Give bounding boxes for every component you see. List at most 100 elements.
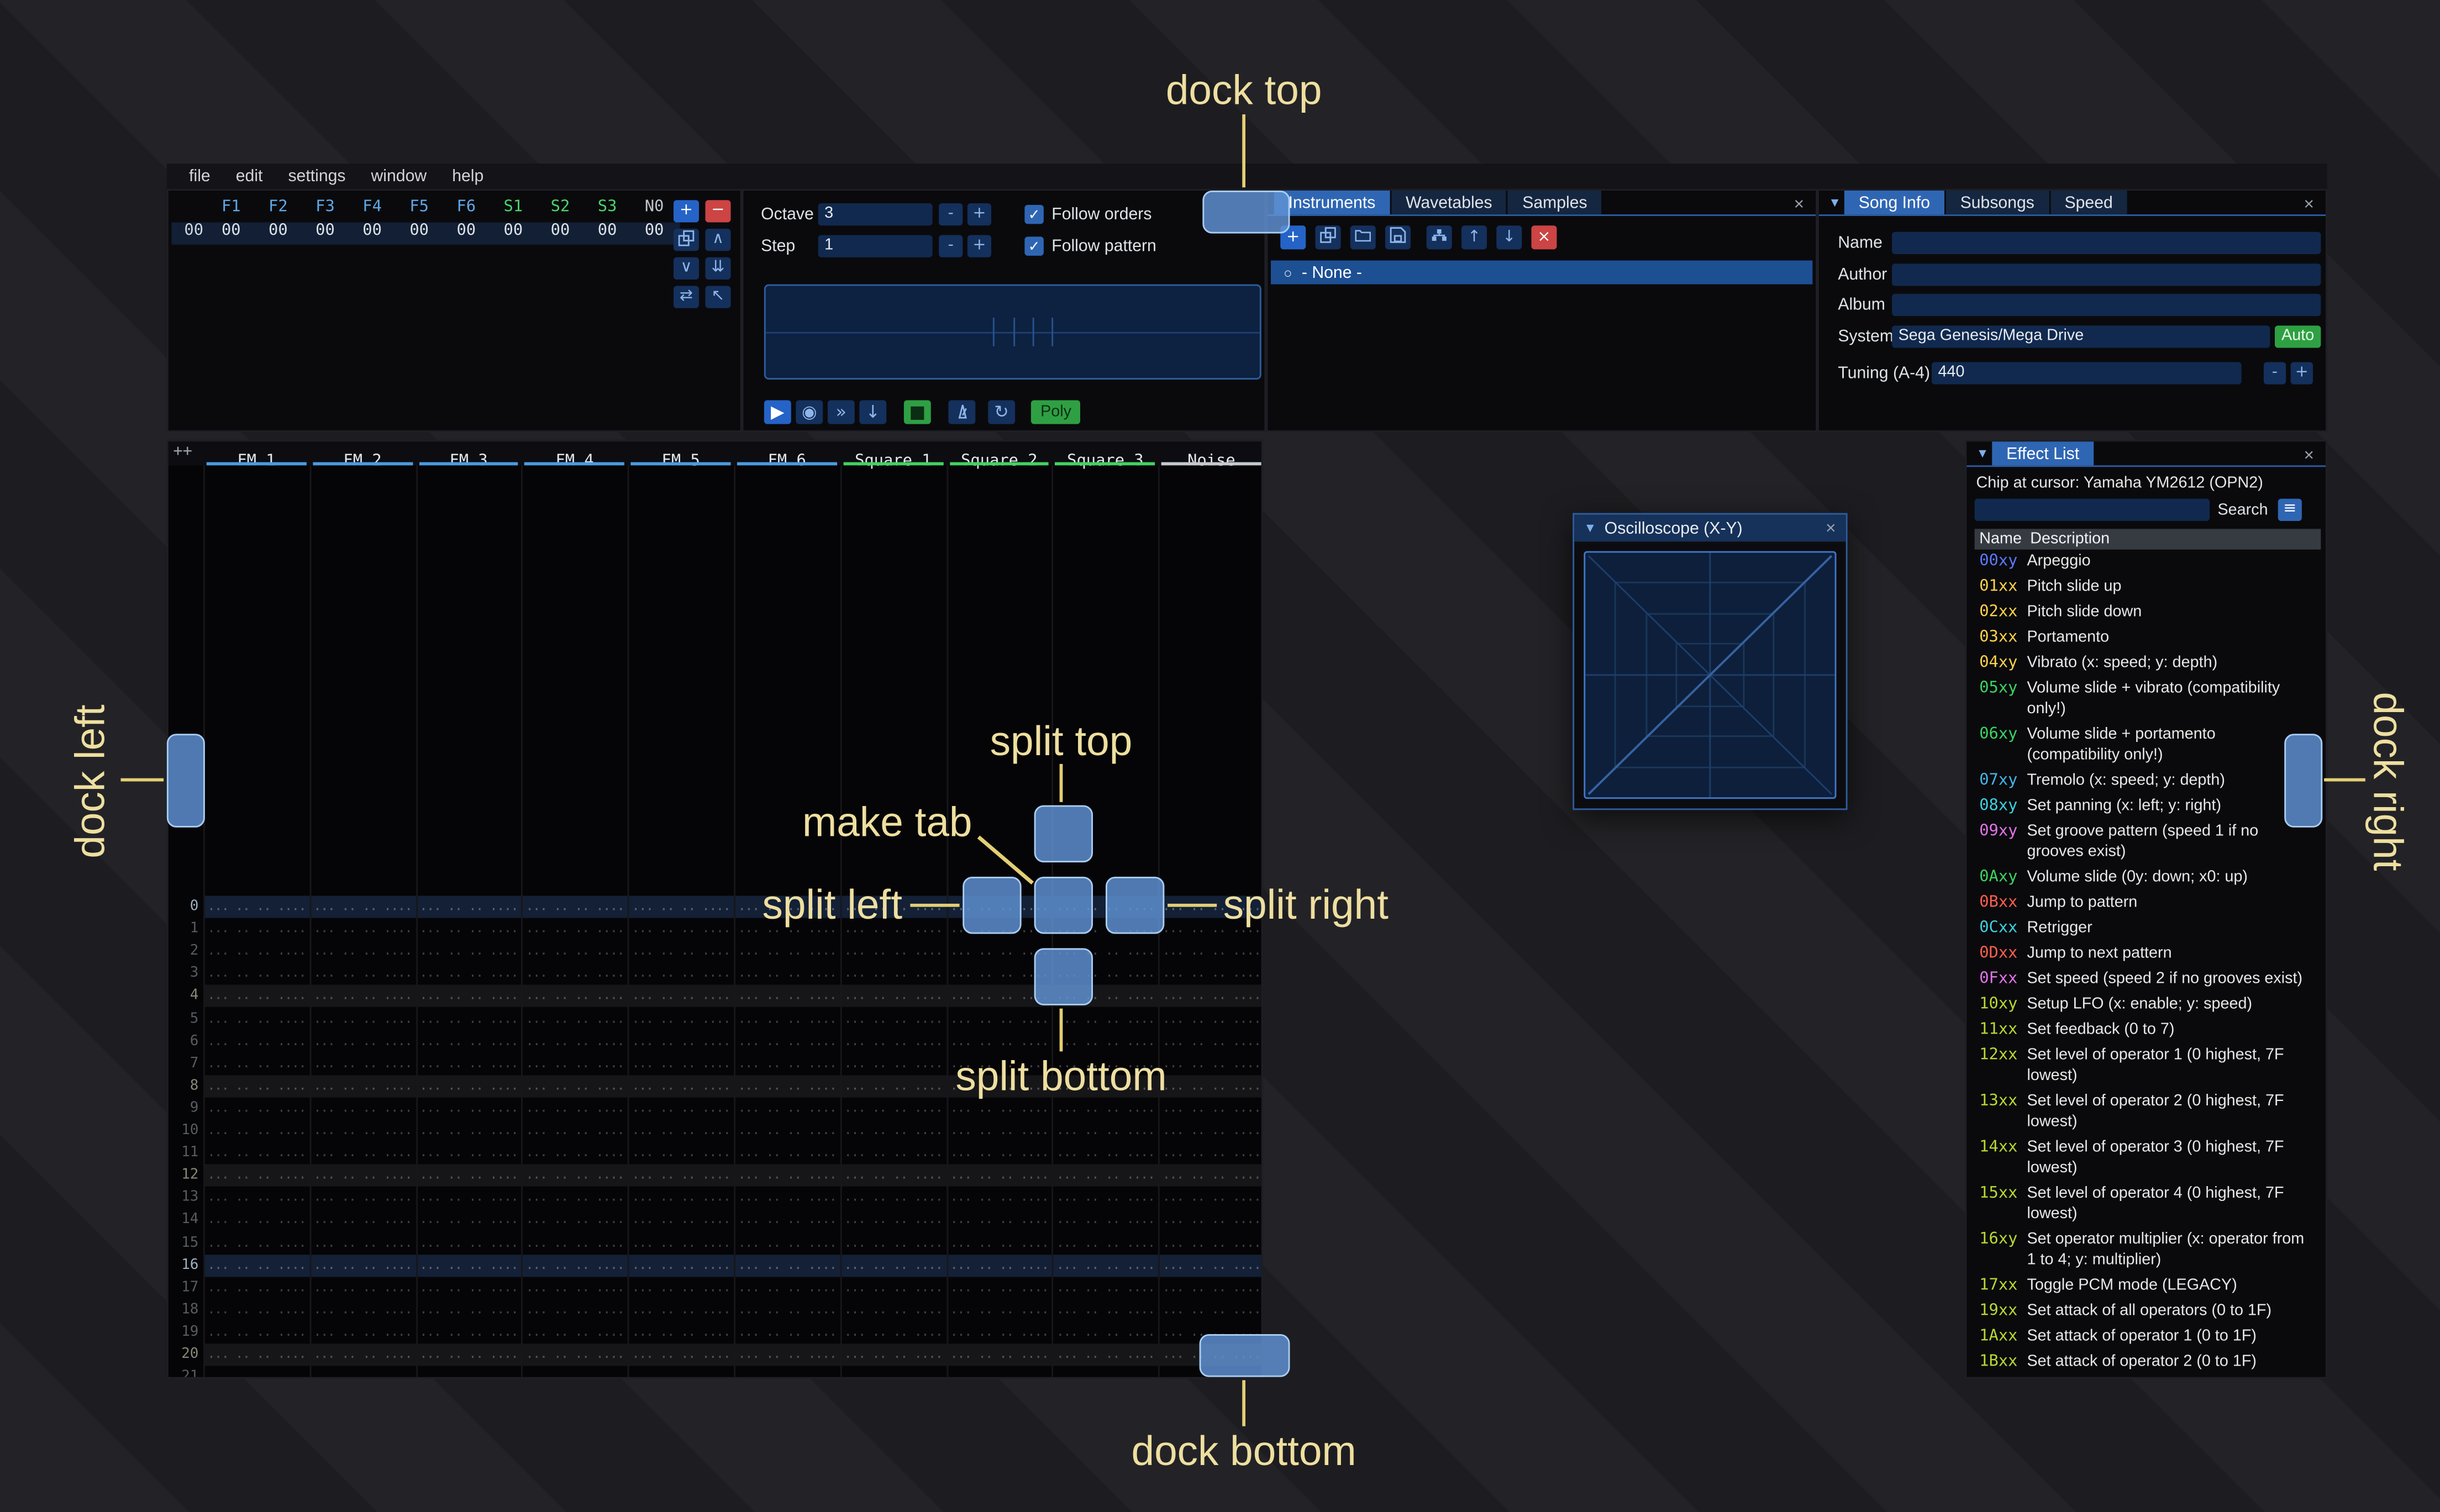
pattern-cell[interactable]: ... .. .. .... bbox=[416, 1366, 522, 1377]
instruments-close-button[interactable]: × bbox=[1789, 194, 1809, 214]
pattern-cell[interactable]: ... .. .. .... bbox=[734, 1120, 840, 1142]
pattern-cell[interactable]: ... .. .. .... bbox=[734, 1008, 840, 1030]
pattern-cell[interactable]: ... .. .. .... bbox=[734, 963, 840, 986]
pattern-cell[interactable]: ... .. .. .... bbox=[734, 1209, 840, 1232]
effect-list-options-button[interactable]: ≡ bbox=[2278, 498, 2302, 521]
pattern-cell[interactable]: ... .. .. .... bbox=[522, 1277, 628, 1299]
pattern-row[interactable]: 6... .. .. ....... .. .. ....... .. .. .… bbox=[169, 1030, 1261, 1053]
pattern-cell[interactable]: ... .. .. .... bbox=[840, 986, 946, 1008]
pattern-cell[interactable]: ... .. .. .... bbox=[522, 1321, 628, 1344]
pattern-cell[interactable]: ... .. .. .... bbox=[309, 1187, 416, 1209]
pattern-cell[interactable]: ... .. .. .... bbox=[203, 1075, 309, 1098]
tuning-increase-button[interactable]: + bbox=[2290, 362, 2313, 384]
step-increase-button[interactable]: + bbox=[967, 235, 991, 257]
pattern-row[interactable]: 0... .. .. ....... .. .. ....... .. .. .… bbox=[169, 895, 1261, 919]
move-order-up-button[interactable]: ∧ bbox=[705, 229, 731, 251]
pattern-cell[interactable]: ... .. .. .... bbox=[840, 1232, 946, 1255]
pattern-cell[interactable]: ... .. .. .... bbox=[203, 896, 309, 919]
menu-item-file[interactable]: file bbox=[176, 167, 223, 186]
duplicate-order-end-button[interactable]: ⇊ bbox=[705, 257, 731, 280]
song-info-close-button[interactable]: × bbox=[2299, 194, 2319, 214]
pattern-cell[interactable]: ... .. .. .... bbox=[522, 1120, 628, 1142]
octave-increase-button[interactable]: + bbox=[967, 203, 991, 226]
pattern-cell[interactable]: ... .. .. .... bbox=[628, 1344, 734, 1366]
pattern-cell[interactable]: ... .. .. .... bbox=[628, 986, 734, 1008]
pattern-row[interactable]: 21... .. .. ....... .. .. ....... .. .. … bbox=[169, 1366, 1261, 1377]
pattern-cell[interactable]: ... .. .. .... bbox=[203, 1165, 309, 1187]
pattern-cell[interactable]: ... .. .. .... bbox=[734, 1321, 840, 1344]
pattern-cell[interactable]: ... .. .. .... bbox=[522, 1209, 628, 1232]
order-cell[interactable]: 00 bbox=[349, 223, 395, 240]
octave-input[interactable]: 3 bbox=[818, 203, 933, 226]
oscilloscope-title-bar[interactable]: ▼ Oscilloscope (X-Y) bbox=[1574, 514, 1846, 542]
pattern-cell[interactable]: ... .. .. .... bbox=[309, 1344, 416, 1366]
pattern-row[interactable]: 3... .. .. ....... .. .. ....... .. .. .… bbox=[169, 963, 1261, 986]
pattern-cell[interactable]: ... .. .. .... bbox=[1052, 1321, 1158, 1344]
pattern-cell[interactable]: ... .. .. .... bbox=[203, 918, 309, 941]
pattern-cell[interactable]: ... .. .. .... bbox=[1158, 1142, 1261, 1165]
pattern-cell[interactable]: ... .. .. .... bbox=[946, 1277, 1052, 1299]
pattern-cell[interactable]: ... .. .. .... bbox=[309, 918, 416, 941]
duplicate-order-button[interactable] bbox=[674, 229, 699, 251]
order-change-mode-button[interactable]: ⇄ bbox=[674, 286, 699, 308]
play-button[interactable]: ▶ bbox=[764, 400, 791, 424]
pattern-row[interactable]: 5... .. .. ....... .. .. ....... .. .. .… bbox=[169, 1008, 1261, 1030]
duplicate-instrument-button[interactable] bbox=[1315, 225, 1341, 250]
effect-rows[interactable]: 00xy Arpeggio 01xx Pitch slide up 02xx Pitch … bbox=[1975, 550, 2321, 1377]
pattern-cell[interactable]: ... .. .. .... bbox=[734, 1030, 840, 1053]
pattern-cell[interactable]: ... .. .. .... bbox=[946, 1142, 1052, 1165]
pattern-cell[interactable]: ... .. .. .... bbox=[309, 1142, 416, 1165]
pattern-cell[interactable]: ... .. .. .... bbox=[628, 1254, 734, 1277]
name-field[interactable] bbox=[1892, 231, 2321, 254]
pattern-cell[interactable]: ... .. .. .... bbox=[309, 1008, 416, 1030]
play-once-button[interactable]: » bbox=[827, 400, 855, 424]
pattern-row[interactable]: 11... .. .. ....... .. .. ....... .. .. … bbox=[169, 1142, 1261, 1165]
pattern-row[interactable]: 17... .. .. ....... .. .. ....... .. .. … bbox=[169, 1277, 1261, 1299]
menu-item-edit[interactable]: edit bbox=[223, 167, 276, 186]
split-right-target[interactable] bbox=[1106, 877, 1165, 934]
step-decrease-button[interactable]: - bbox=[939, 235, 963, 257]
pattern-cell[interactable]: ... .. .. .... bbox=[416, 1344, 522, 1366]
metronome-button[interactable] bbox=[948, 400, 976, 424]
move-instrument-down-button[interactable]: ↓ bbox=[1496, 225, 1522, 250]
pattern-cell[interactable]: ... .. .. .... bbox=[309, 986, 416, 1008]
pattern-cell[interactable]: ... .. .. .... bbox=[628, 1277, 734, 1299]
pattern-cell[interactable]: ... .. .. .... bbox=[203, 1008, 309, 1030]
pattern-cell[interactable]: ... .. .. .... bbox=[1158, 1187, 1261, 1209]
tuning-field[interactable]: 440 bbox=[1932, 362, 2242, 384]
pattern-cell[interactable]: ... .. .. .... bbox=[840, 963, 946, 986]
pattern-cell[interactable]: ... .. .. .... bbox=[1052, 1366, 1158, 1377]
orders-current-row[interactable]: 00 00 00 00 00 00 00 00 00 00 00 bbox=[171, 222, 680, 245]
pattern-cell[interactable]: ... .. .. .... bbox=[416, 1254, 522, 1277]
pattern-cell[interactable]: ... .. .. .... bbox=[734, 1165, 840, 1187]
pattern-cell[interactable]: ... .. .. .... bbox=[628, 1232, 734, 1255]
pattern-cell[interactable]: ... .. .. .... bbox=[522, 1165, 628, 1187]
pattern-cell[interactable]: ... .. .. .... bbox=[628, 1120, 734, 1142]
pattern-cell[interactable]: ... .. .. .... bbox=[416, 1052, 522, 1075]
pattern-cell[interactable]: ... .. .. .... bbox=[416, 896, 522, 919]
pattern-cell[interactable]: ... .. .. .... bbox=[203, 1344, 309, 1366]
pattern-cell[interactable]: ... .. .. .... bbox=[416, 941, 522, 963]
pattern-cell[interactable]: ... .. .. .... bbox=[946, 1030, 1052, 1053]
channel-header-fm-6[interactable]: FM 6 bbox=[734, 441, 840, 470]
pattern-cell[interactable]: ... .. .. .... bbox=[1052, 1187, 1158, 1209]
remove-order-button[interactable]: − bbox=[705, 200, 731, 223]
pattern-cell[interactable]: ... .. .. .... bbox=[840, 1187, 946, 1209]
pattern-cell[interactable]: ... .. .. .... bbox=[840, 1321, 946, 1344]
pattern-cell[interactable]: ... .. .. .... bbox=[522, 1187, 628, 1209]
pattern-cell[interactable]: ... .. .. .... bbox=[1052, 1008, 1158, 1030]
pattern-row[interactable]: 16... .. .. ....... .. .. ....... .. .. … bbox=[169, 1254, 1261, 1277]
pattern-cell[interactable]: ... .. .. .... bbox=[203, 963, 309, 986]
channel-header-fm-5[interactable]: FM 5 bbox=[628, 441, 734, 470]
pattern-cell[interactable]: ... .. .. .... bbox=[734, 1344, 840, 1366]
pattern-cell[interactable]: ... .. .. .... bbox=[522, 1008, 628, 1030]
tab-speed[interactable]: Speed bbox=[2050, 191, 2127, 215]
pattern-cell[interactable]: ... .. .. .... bbox=[734, 1142, 840, 1165]
pattern-cell[interactable]: ... .. .. .... bbox=[203, 1097, 309, 1120]
oscilloscope-close-button[interactable]: × bbox=[1821, 518, 1841, 538]
repeat-pattern-button[interactable]: ↻ bbox=[988, 400, 1016, 424]
pattern-cell[interactable]: ... .. .. .... bbox=[522, 1097, 628, 1120]
order-cell[interactable]: 00 bbox=[302, 223, 348, 240]
pattern-cell[interactable]: ... .. .. .... bbox=[628, 1075, 734, 1098]
album-field[interactable] bbox=[1892, 293, 2321, 317]
